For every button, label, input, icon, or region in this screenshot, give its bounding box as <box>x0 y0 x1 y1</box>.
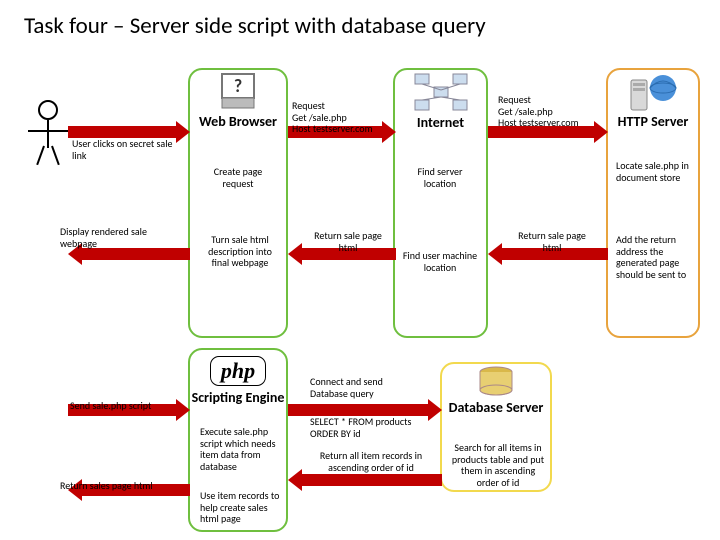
web-browser-label: Web Browser <box>190 114 286 129</box>
label-userecords: Use item records to help create sales ht… <box>200 490 284 525</box>
label-createreq: Create page request <box>200 166 276 189</box>
label-connectdb: Connect and send Database query <box>310 376 420 399</box>
label-turnhtml: Turn sale html description into final we… <box>200 234 280 269</box>
label-searchitems: Search for all items in products table a… <box>450 442 546 488</box>
label-addreturn: Add the return address the generated pag… <box>616 234 702 280</box>
http-server-label: HTTP Server <box>608 114 698 129</box>
diagram-canvas: ? Web Browser Internet HTTP Server php S… <box>0 50 720 540</box>
internet-label: Internet <box>395 114 486 131</box>
label-userclick: User clicks on secret sale link <box>72 138 182 161</box>
internet-node: Internet <box>393 68 488 338</box>
network-icon <box>411 70 471 114</box>
label-sendscript: Send sale.php script <box>70 400 170 412</box>
label-returnhtml2: Return sales page html <box>60 480 178 492</box>
label-execute: Execute sale.php script which needs item… <box>200 426 284 472</box>
user-icon <box>28 100 68 171</box>
label-returnpage1: Return sale page html <box>312 230 384 253</box>
database-server-label: Database Server <box>442 400 550 415</box>
php-logo: php <box>210 356 266 386</box>
label-returnitems: Return all item records in ascending ord… <box>316 450 426 473</box>
http-server-node: HTTP Server <box>606 68 700 338</box>
label-req2: Request Get /sale.php Host testserver.co… <box>498 94 598 129</box>
label-display: Display rendered sale webpage <box>60 226 170 249</box>
label-select: SELECT * FROM products ORDER BY id <box>310 416 430 439</box>
scripting-engine-label: Scripting Engine <box>190 390 286 405</box>
http-server-icon <box>625 70 681 114</box>
label-returnpage2: Return sale page html <box>516 230 588 253</box>
label-locate: Locate sale.php in document store <box>616 160 696 183</box>
page-title: Task four – Server side script with data… <box>0 0 720 40</box>
label-findserver: Find server location <box>402 166 478 189</box>
web-browser-node: ? Web Browser <box>188 68 288 338</box>
browser-icon: ? <box>216 70 260 114</box>
svg-text:?: ? <box>234 75 242 97</box>
label-findmachine: Find user machine location <box>402 250 478 273</box>
label-req1: Request Get /sale.php Host testserver.co… <box>292 100 392 135</box>
database-icon <box>474 364 518 400</box>
